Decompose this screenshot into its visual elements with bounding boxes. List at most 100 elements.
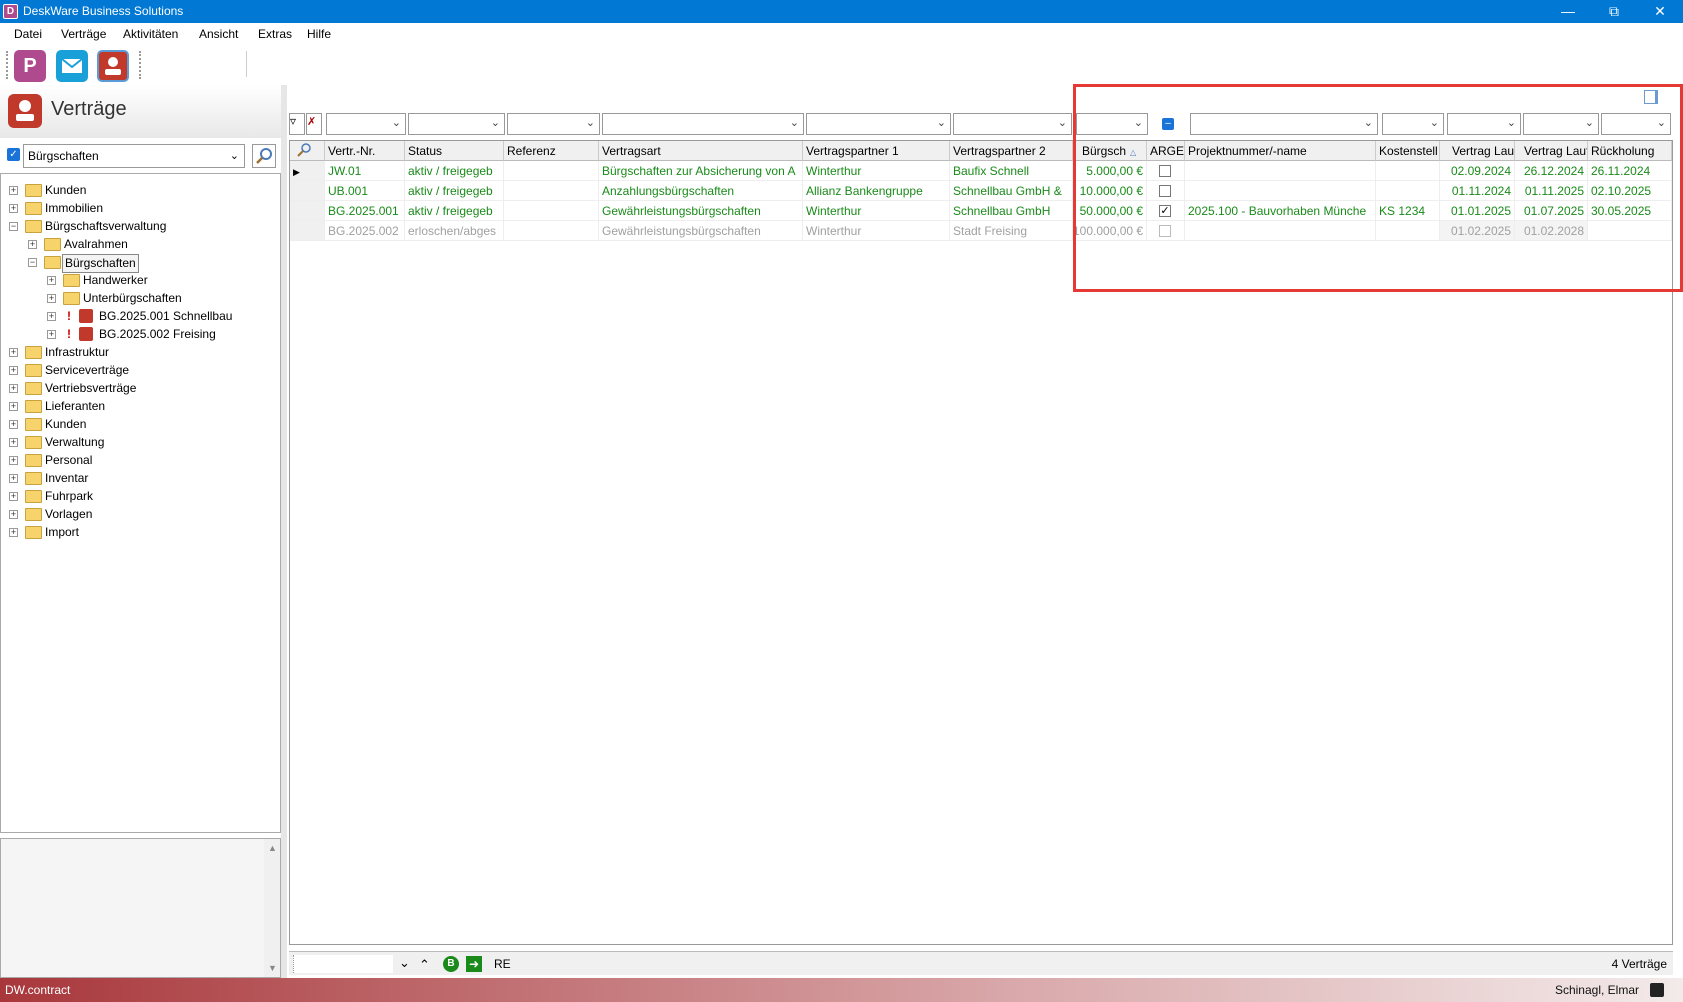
cell-status[interactable]: aktiv / freigegeb (405, 161, 504, 181)
grid-search-header[interactable] (290, 141, 325, 161)
cell-vertrnr[interactable]: BG.2025.001 (325, 201, 405, 221)
arge-filter-checkbox[interactable]: – (1162, 118, 1174, 130)
cell-status[interactable]: aktiv / freigegeb (405, 181, 504, 201)
expand-icon[interactable]: + (9, 384, 18, 393)
cell-laufz[interactable]: 01.07.2025 (1515, 201, 1588, 221)
cell-partner1[interactable]: Winterthur (803, 161, 950, 181)
expand-icon[interactable]: + (47, 330, 56, 339)
expand-icon[interactable]: + (9, 186, 18, 195)
close-button[interactable]: ✕ (1637, 0, 1683, 23)
col-header-vertrnr[interactable]: Vertr.-Nr. (325, 141, 405, 161)
cell-lauf[interactable]: 02.09.2024 (1440, 161, 1515, 181)
cell-vertragsart[interactable]: Anzahlungsbürgschaften (599, 181, 803, 201)
menu-vertraege[interactable]: Verträge (61, 27, 106, 41)
expand-icon[interactable]: + (9, 402, 18, 411)
minimize-button[interactable]: — (1545, 0, 1591, 23)
filter-status[interactable]: ⌄ (408, 113, 505, 135)
scroll-up-icon[interactable]: ▲ (268, 843, 277, 853)
col-header-projekt[interactable]: Projektnummer/-name (1185, 141, 1376, 161)
cell-vertragsart[interactable]: Gewährleistungsbürgschaften (599, 201, 803, 221)
filter-laufz[interactable]: ⌄ (1523, 113, 1599, 135)
collapse-icon[interactable]: − (28, 258, 37, 267)
tree-search-button[interactable] (252, 144, 276, 168)
mail-button[interactable] (56, 50, 88, 82)
export-arrow-icon[interactable]: ➜ (466, 956, 482, 972)
p-app-button[interactable]: P (14, 50, 46, 82)
cell-status[interactable]: aktiv / freigegeb (405, 201, 504, 221)
expand-icon[interactable]: + (9, 474, 18, 483)
cell-projekt[interactable] (1185, 221, 1376, 241)
expand-icon[interactable]: + (9, 420, 18, 429)
row-indicator[interactable] (290, 201, 325, 221)
footer-search-input[interactable] (293, 955, 393, 973)
filter-buergsch[interactable]: ⌄ (1076, 113, 1148, 135)
cell-partner2[interactable]: Stadt Freising (950, 221, 1073, 241)
cell-referenz[interactable] (504, 201, 599, 221)
scroll-down-icon[interactable]: ▼ (268, 963, 277, 973)
filter-button[interactable]: ▿ (289, 113, 305, 135)
expand-icon[interactable]: + (9, 528, 18, 537)
row-indicator[interactable] (290, 221, 325, 241)
cell-vertrnr[interactable]: BG.2025.002 (325, 221, 405, 241)
cell-buergsch[interactable]: 50.000,00 € (1073, 201, 1147, 221)
col-header-rueckholung[interactable]: Rückholung (1588, 141, 1672, 161)
filter-rueckholung[interactable]: ⌄ (1601, 113, 1671, 135)
filter-vertrnr[interactable]: ⌄ (326, 113, 406, 135)
col-header-partner1[interactable]: Vertragspartner 1 (803, 141, 950, 161)
expand-icon[interactable]: + (47, 312, 56, 321)
cell-vertrnr[interactable]: JW.01 (325, 161, 405, 181)
cell-arge[interactable] (1147, 161, 1185, 181)
b-icon[interactable]: B (443, 956, 459, 972)
expand-icon[interactable]: + (9, 438, 18, 447)
contracts-button[interactable] (97, 50, 129, 82)
expand-icon[interactable]: + (47, 276, 56, 285)
cell-laufz[interactable]: 01.11.2025 (1515, 181, 1588, 201)
save-icon[interactable] (1650, 983, 1664, 997)
filter-checkbox[interactable]: ✓ (7, 148, 20, 161)
arge-checkbox[interactable] (1159, 165, 1171, 177)
chevron-down-icon[interactable]: ⌄ (399, 955, 410, 971)
menu-datei[interactable]: Datei (14, 27, 42, 41)
col-header-status[interactable]: Status (405, 141, 504, 161)
cell-buergsch[interactable]: 5.000,00 € (1073, 161, 1147, 181)
toolbar-grip[interactable] (6, 51, 8, 79)
expand-icon[interactable]: + (9, 510, 18, 519)
cell-lauf[interactable]: 01.01.2025 (1440, 201, 1515, 221)
cell-referenz[interactable] (504, 181, 599, 201)
expand-icon[interactable]: + (9, 366, 18, 375)
filter-projekt[interactable]: ⌄ (1190, 113, 1378, 135)
cell-referenz[interactable] (504, 221, 599, 241)
cell-kostenstelle[interactable] (1376, 161, 1440, 181)
cell-rueckholung[interactable]: 26.11.2024 (1588, 161, 1672, 181)
cell-vertragsart[interactable]: Bürgschaften zur Absicherung von A (599, 161, 803, 181)
col-header-laufz[interactable]: Vertrag Laufz (1515, 141, 1588, 161)
cell-vertragsart[interactable]: Gewährleistungsbürgschaften (599, 221, 803, 241)
filter-vertragsart[interactable]: ⌄ (602, 113, 804, 135)
cell-projekt[interactable] (1185, 161, 1376, 181)
menu-hilfe[interactable]: Hilfe (307, 27, 331, 41)
filter-referenz[interactable]: ⌄ (507, 113, 600, 135)
cell-laufz[interactable]: 26.12.2024 (1515, 161, 1588, 181)
cell-arge[interactable]: ✓ (1147, 201, 1185, 221)
cell-laufz[interactable]: 01.02.2028 (1515, 221, 1588, 241)
expand-icon[interactable]: + (9, 492, 18, 501)
expand-icon[interactable]: + (47, 294, 56, 303)
col-header-buergsch[interactable]: Bürgsch △ (1073, 141, 1147, 161)
re-button[interactable]: RE (494, 957, 511, 971)
expand-icon[interactable]: + (28, 240, 37, 249)
cell-partner2[interactable]: Baufix Schnell (950, 161, 1073, 181)
cell-rueckholung[interactable]: 30.05.2025 (1588, 201, 1672, 221)
filter-partner2[interactable]: ⌄ (953, 113, 1072, 135)
col-header-lauf[interactable]: Vertrag Lauf (1440, 141, 1515, 161)
col-header-partner2[interactable]: Vertragspartner 2 (950, 141, 1073, 161)
chevron-up-icon[interactable]: ⌃ (419, 957, 430, 973)
cell-kostenstelle[interactable] (1376, 181, 1440, 201)
row-indicator[interactable]: ▶ (290, 161, 325, 181)
col-header-vertragsart[interactable]: Vertragsart (599, 141, 803, 161)
cell-partner1[interactable]: Allianz Bankengruppe (803, 181, 950, 201)
toolbar-grip-2[interactable] (139, 51, 141, 79)
cell-buergsch[interactable]: 100.000,00 € (1073, 221, 1147, 241)
menu-extras[interactable]: Extras (258, 27, 292, 41)
restore-button[interactable]: ⧉ (1591, 0, 1637, 23)
scrollbar[interactable]: ▲ ▼ (264, 839, 280, 977)
